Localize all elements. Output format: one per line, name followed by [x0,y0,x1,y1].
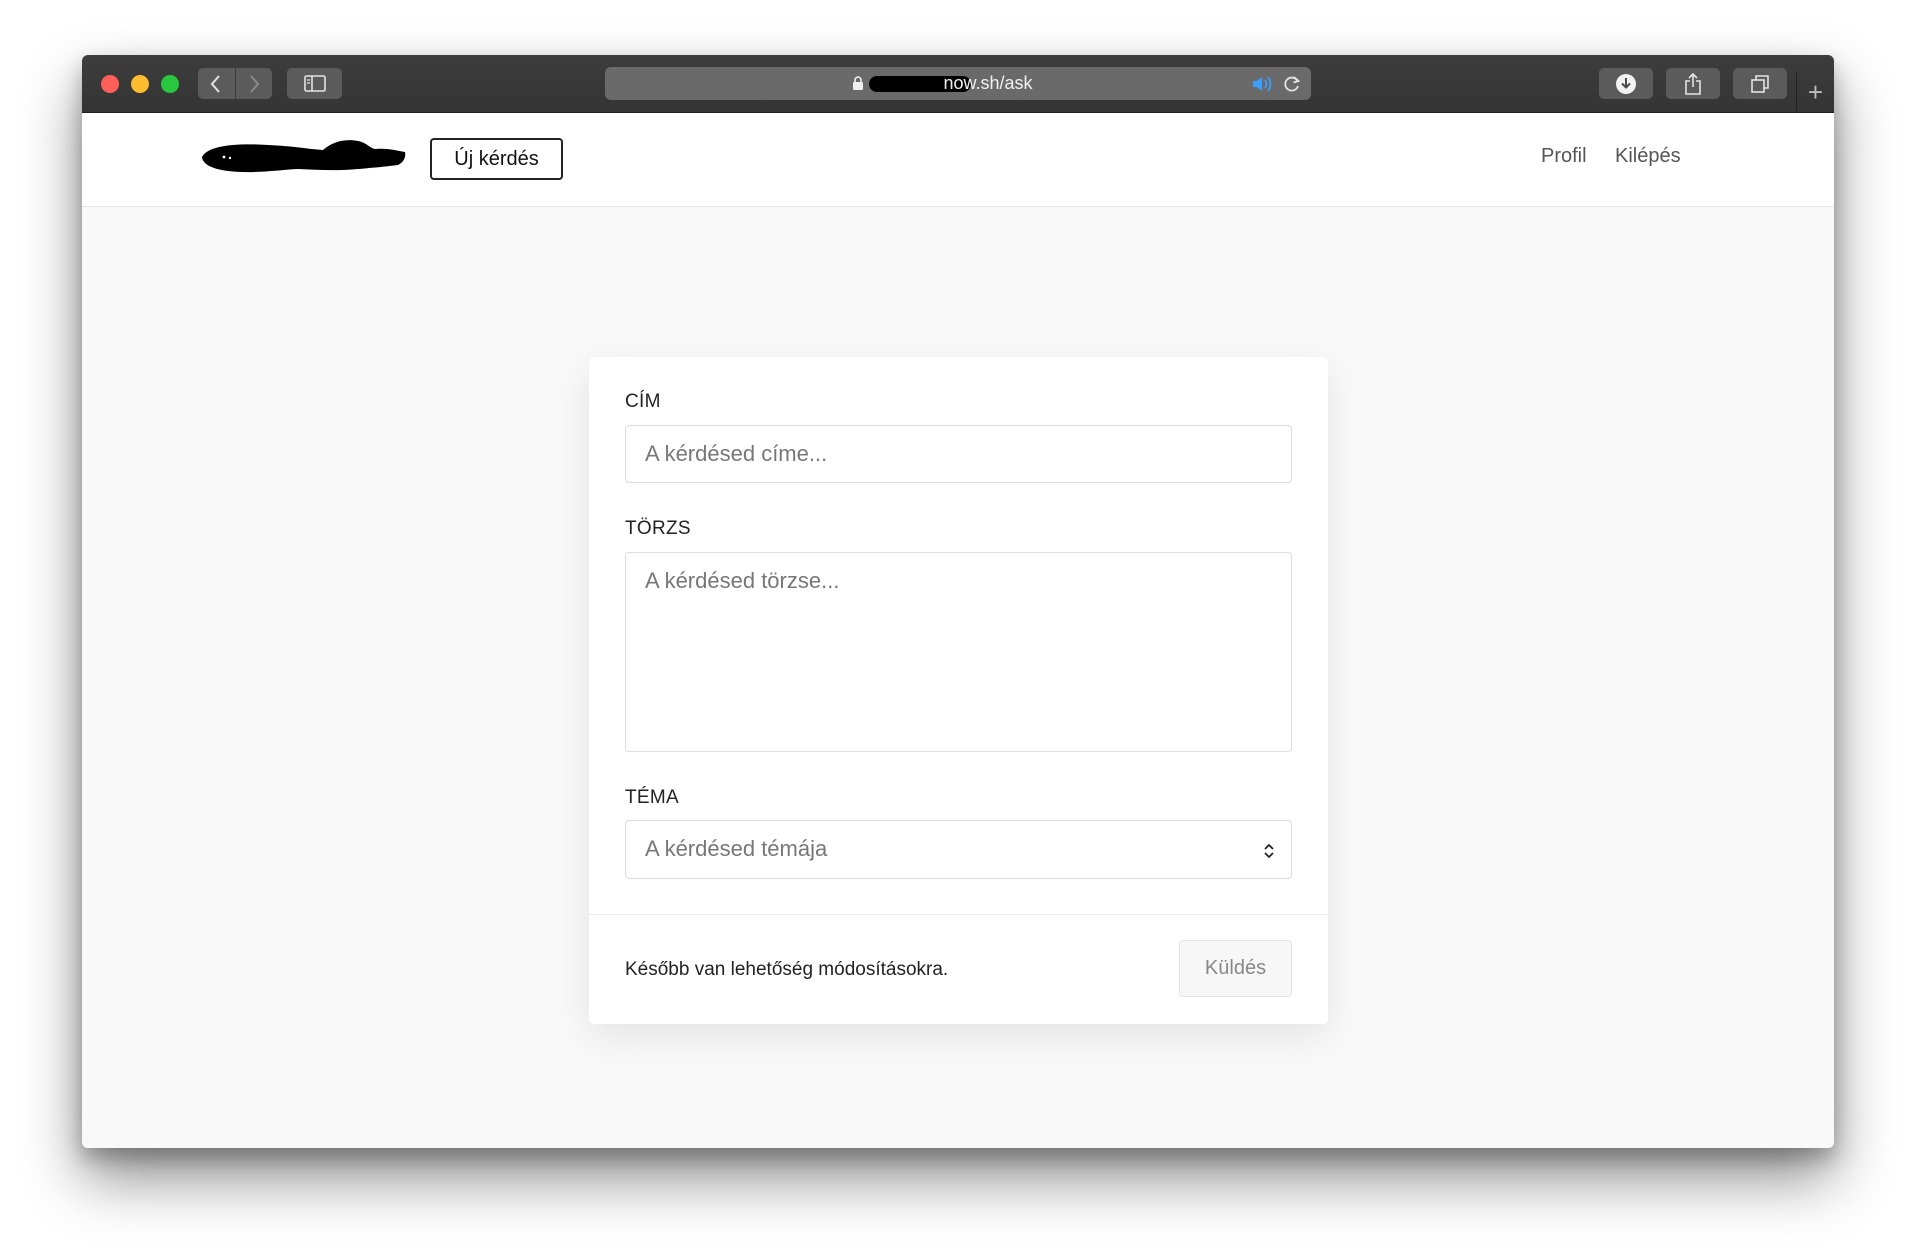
profile-link[interactable]: Profil [1541,145,1587,168]
title-label: CÍM [625,391,661,412]
share-icon [1685,72,1701,95]
title-input[interactable]: A kérdésed címe... [625,425,1292,483]
zoom-window-button[interactable] [161,75,179,93]
close-window-button[interactable] [101,75,119,93]
title-input-placeholder: A kérdésed címe... [645,441,828,466]
reload-icon[interactable] [1282,74,1302,94]
site-navbar: Új kérdés Profil Kilépés [82,113,1834,207]
address-bar[interactable]: now.sh/ask [605,67,1311,100]
sidebar-icon [303,75,326,92]
select-chevrons-icon [1264,843,1274,859]
body-textarea[interactable]: A kérdésed törzse... [625,552,1292,752]
new-tab-button[interactable]: + [1796,72,1834,112]
downloads-button[interactable] [1599,68,1653,99]
chevron-left-icon [210,74,221,93]
browser-titlebar: now.sh/ask + [82,55,1834,113]
url-text: now.sh/ask [943,73,1033,93]
history-nav-group [198,68,272,99]
browser-window: now.sh/ask + Új kérdés Profil Kilépés CÍ… [82,55,1834,1148]
speaker-icon[interactable] [1251,74,1277,94]
chevron-right-icon [249,74,260,93]
download-icon [1616,73,1636,94]
site-logo[interactable] [198,135,408,177]
sidebar-toggle-button[interactable] [287,68,342,99]
ask-question-form: CÍM A kérdésed címe... TÖRZS A kérdésed … [589,357,1328,1024]
topic-select[interactable]: A kérdésed témája [625,820,1292,879]
page-content: Új kérdés Profil Kilépés CÍM A kérdésed … [82,113,1834,1148]
new-question-button[interactable]: Új kérdés [430,138,563,180]
body-textarea-placeholder: A kérdésed törzse... [645,568,840,593]
minimize-window-button[interactable] [131,75,149,93]
topic-label: TÉMA [625,787,679,808]
tab-overview-button[interactable] [1733,68,1787,99]
form-footer: Később van lehetőség módosításokra. Küld… [589,914,1328,1025]
share-button[interactable] [1666,68,1720,99]
body-label: TÖRZS [625,518,691,539]
logout-link[interactable]: Kilépés [1615,145,1681,168]
submit-button[interactable]: Küldés [1179,940,1292,997]
edit-later-note: Később van lehetőség módosításokra. [625,959,949,980]
back-button[interactable] [198,68,235,99]
topic-select-value: A kérdésed témája [645,836,828,861]
tabs-icon [1751,74,1769,93]
forward-button[interactable] [234,68,273,99]
